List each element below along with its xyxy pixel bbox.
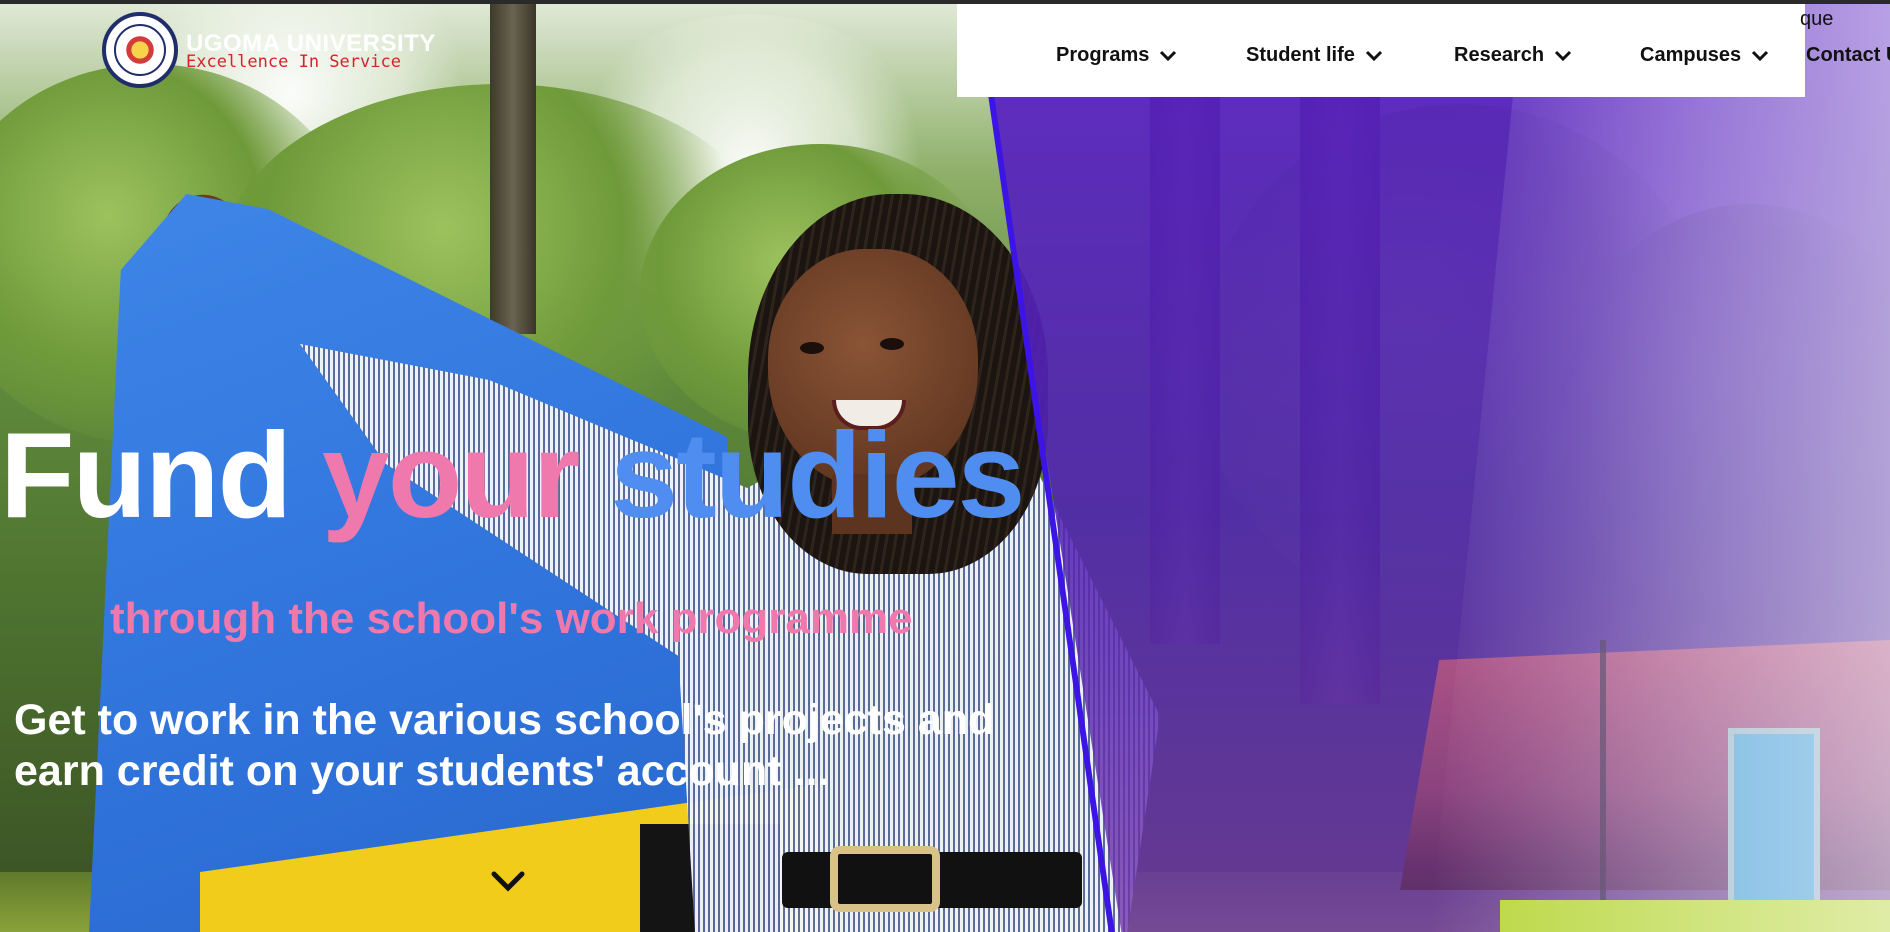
language-selector[interactable]: que — [1800, 8, 1833, 31]
main-navigation: Programs Student life Research Campuses … — [957, 4, 1890, 97]
nav-item-campuses[interactable]: Campuses — [1640, 44, 1769, 67]
logo-crest-icon — [114, 24, 166, 76]
nav-item-contact-us[interactable]: Contact Us — [1806, 44, 1890, 67]
chevron-down-icon — [1555, 50, 1572, 61]
nav-item-label: Research — [1454, 44, 1545, 66]
chevron-down-icon — [1160, 50, 1177, 61]
nav-item-label: Programs — [1056, 44, 1150, 66]
brand-tagline: Excellence In Service — [186, 52, 401, 72]
nav-item-programs[interactable]: Programs — [1056, 44, 1177, 67]
nav-item-label: Student life — [1246, 44, 1355, 66]
nav-item-label: Campuses — [1640, 44, 1742, 66]
top-border — [0, 0, 1890, 4]
hero-subtitle: through the school's work programme — [110, 594, 913, 643]
chevron-down-icon[interactable] — [488, 866, 528, 896]
nav-item-research[interactable]: Research — [1454, 44, 1572, 67]
university-logo[interactable] — [102, 12, 178, 88]
hero-description: Get to work in the various school's proj… — [14, 696, 995, 795]
nav-item-student-life[interactable]: Student life — [1246, 44, 1383, 67]
hero-title-word-studies: studies — [610, 407, 1025, 543]
chevron-down-icon — [1365, 50, 1382, 61]
hero-title: Fund your studies — [0, 414, 1025, 536]
hero-title-word-fund: Fund — [0, 407, 292, 543]
hero-title-word-your: your — [322, 407, 580, 543]
chevron-down-icon — [1752, 50, 1769, 61]
nav-item-label: Contact Us — [1806, 44, 1890, 66]
